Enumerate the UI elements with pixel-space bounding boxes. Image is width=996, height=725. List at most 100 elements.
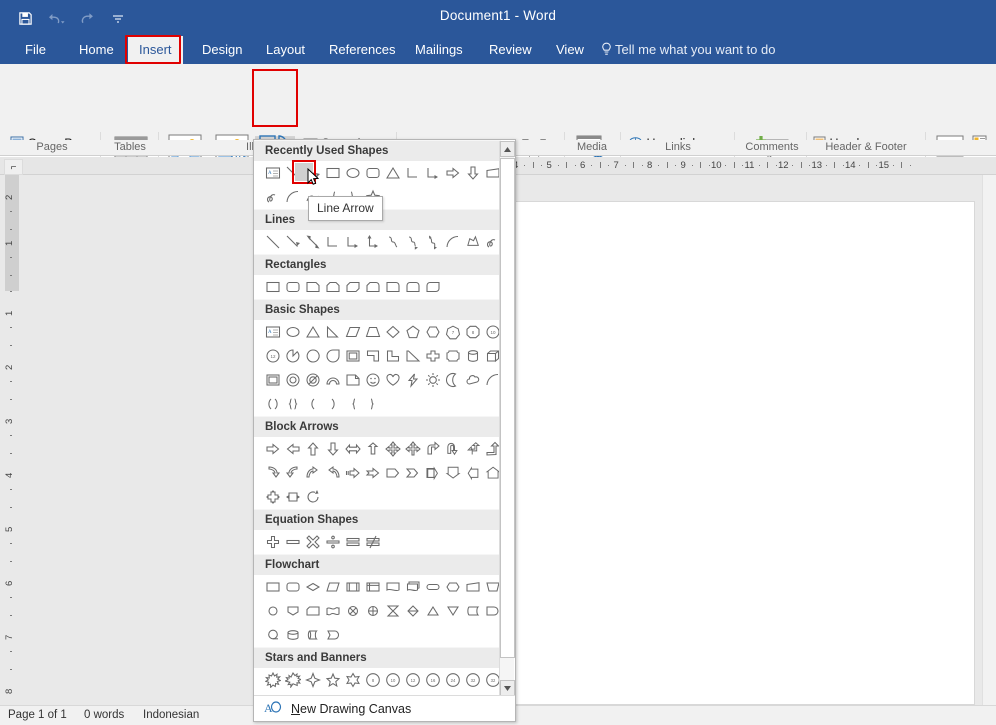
scroll-up-icon[interactable] (500, 141, 515, 157)
shape-smiley-face[interactable] (363, 370, 383, 390)
shape-down-arrow[interactable] (463, 163, 483, 183)
shape-round-brackets[interactable] (263, 394, 283, 414)
shape-chevron[interactable] (403, 463, 423, 483)
shape-line-arrow[interactable] (283, 232, 303, 252)
shape-left-arrow[interactable] (283, 439, 303, 459)
tab-references[interactable]: References (318, 36, 406, 64)
shape-flowchart-connector[interactable] (263, 601, 283, 621)
shape-flowchart-card[interactable] (303, 601, 323, 621)
status-page[interactable]: Page 1 of 1 (8, 709, 67, 721)
shape-block-arc[interactable] (323, 370, 343, 390)
shape-10-point-star[interactable]: 12 (403, 670, 423, 690)
shape-three-way-arrow[interactable] (403, 439, 423, 459)
shape-snip-same-side-corner[interactable] (323, 277, 343, 297)
shape-curved-down-arrow[interactable] (323, 463, 343, 483)
shape-curved-right-arrow[interactable] (263, 463, 283, 483)
shape-multiply[interactable] (303, 532, 323, 552)
shape-left-right-arrow[interactable] (343, 439, 363, 459)
shape-7-point-star[interactable]: 8 (363, 670, 383, 690)
shape-chord[interactable] (303, 346, 323, 366)
tab-stop-selector[interactable]: ⌐ (4, 159, 23, 175)
shape-oval[interactable] (283, 322, 303, 342)
shape-plus[interactable] (263, 532, 283, 552)
shape-minus[interactable] (283, 532, 303, 552)
shape-cross[interactable] (423, 346, 443, 366)
shape-up-down-arrow[interactable] (363, 439, 383, 459)
shape-l-shape[interactable] (363, 346, 383, 366)
shape-flowchart-preparation[interactable] (443, 577, 463, 597)
shape-left-arrow-callout[interactable] (463, 463, 483, 483)
shape-flowchart-collate[interactable] (383, 601, 403, 621)
shape-flowchart-document[interactable] (383, 577, 403, 597)
shape-u-turn-arrow[interactable] (443, 439, 463, 459)
shape-flowchart-direct-access-storage[interactable] (303, 625, 323, 645)
shape-octagon[interactable]: 8 (463, 322, 483, 342)
scroll-down-icon[interactable] (500, 680, 515, 696)
shape-heptagon[interactable]: 7 (443, 322, 463, 342)
shape-16-point-star[interactable]: 24 (443, 670, 463, 690)
shape-flowchart-data[interactable] (323, 577, 343, 597)
status-words[interactable]: 0 words (84, 709, 124, 721)
shape-flowchart-decision[interactable] (303, 577, 323, 597)
shape-elbow-double-arrow-connector[interactable] (363, 232, 383, 252)
tab-mailings[interactable]: Mailings (404, 36, 474, 64)
shape-snip-single-corner[interactable] (303, 277, 323, 297)
shape-flowchart-internal-storage[interactable] (363, 577, 383, 597)
shape-line-double-arrow[interactable] (303, 232, 323, 252)
shape-flowchart-merge[interactable] (443, 601, 463, 621)
shape-curved-up-arrow[interactable] (303, 463, 323, 483)
shape-oval[interactable] (343, 163, 363, 183)
shape-freeform-scribble[interactable] (263, 187, 283, 207)
shape-curved-arrow-connector[interactable] (403, 232, 423, 252)
shape-pentagon-arrow[interactable] (383, 463, 403, 483)
shape-hexagon[interactable] (423, 322, 443, 342)
shape-round-diagonal-corner[interactable] (423, 277, 443, 297)
shape-up-arrow[interactable] (303, 439, 323, 459)
scrollbar-thumb[interactable] (500, 158, 515, 658)
shape-flowchart-display[interactable] (323, 625, 343, 645)
shape-flowchart-punched-tape[interactable] (323, 601, 343, 621)
tab-insert[interactable]: Insert (128, 36, 183, 64)
shape-flowchart-process[interactable] (263, 577, 283, 597)
shape-notched-right-arrow[interactable] (363, 463, 383, 483)
shape-division[interactable] (323, 532, 343, 552)
shape-right-arrow-callout[interactable] (423, 463, 443, 483)
shape-flowchart-off-page-connector[interactable] (283, 601, 303, 621)
status-language[interactable]: Indonesian (143, 709, 199, 721)
tab-file[interactable]: File (14, 36, 57, 64)
shape-text-box[interactable]: A (263, 163, 283, 183)
shape-flowchart-predefined-process[interactable] (343, 577, 363, 597)
shape-moon[interactable] (443, 370, 463, 390)
shape-rounded-rectangle[interactable] (363, 163, 383, 183)
shape-explosion-2[interactable] (283, 670, 303, 690)
shape-striped-right-arrow[interactable] (343, 463, 363, 483)
shape-5-point-star[interactable] (323, 670, 343, 690)
tab-review[interactable]: Review (478, 36, 543, 64)
shape-left-bracket[interactable] (303, 394, 323, 414)
tab-layout[interactable]: Layout (255, 36, 316, 64)
shape-curved-connector[interactable] (383, 232, 403, 252)
shape-round-braces[interactable] (283, 394, 303, 414)
shape-left-right-arrow-callout[interactable] (283, 487, 303, 507)
shape-sun[interactable] (423, 370, 443, 390)
shape-isosceles-triangle[interactable] (383, 163, 403, 183)
shape-rectangle[interactable] (323, 163, 343, 183)
shape-flowchart-magnetic-disk[interactable] (283, 625, 303, 645)
shape-frame[interactable] (343, 346, 363, 366)
tab-view[interactable]: View (545, 36, 595, 64)
shape-right-triangle[interactable] (323, 322, 343, 342)
shape-diagonal-stripe[interactable] (403, 346, 423, 366)
shape-elbow-connector[interactable] (323, 232, 343, 252)
shape-left-brace[interactable] (343, 394, 363, 414)
shape-plaque[interactable] (443, 346, 463, 366)
shape-flowchart-multidocument[interactable] (403, 577, 423, 597)
shape-down-arrow-callout[interactable] (443, 463, 463, 483)
shape-right-bracket[interactable] (323, 394, 343, 414)
vertical-ruler[interactable]: 21123456789 (0, 175, 22, 705)
shape-flowchart-stored-data[interactable] (463, 601, 483, 621)
shape-down-arrow[interactable] (323, 439, 343, 459)
shape-folded-corner[interactable] (343, 370, 363, 390)
shape-24-point-star[interactable]: 32 (463, 670, 483, 690)
shape-quad-arrow-callout[interactable] (263, 487, 283, 507)
shape-4-point-star[interactable] (303, 670, 323, 690)
